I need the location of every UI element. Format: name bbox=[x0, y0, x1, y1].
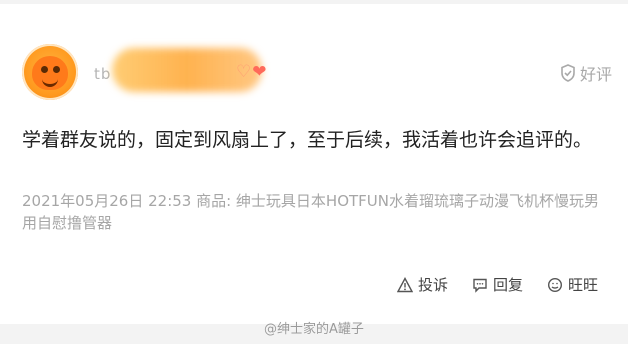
report-label: 投诉 bbox=[417, 276, 448, 294]
avatar-eye-right bbox=[53, 66, 60, 73]
wangwang-label: 旺旺 bbox=[567, 276, 598, 294]
review-header: tb ♡❤ 好评 bbox=[22, 44, 612, 104]
shield-icon bbox=[560, 64, 576, 82]
avatar-eye-left bbox=[41, 66, 48, 73]
review-meta: 2021年05月26日 22:53 商品: 绅士玩具日本HOTFUN水着瑠琉璃子… bbox=[22, 192, 600, 232]
reply-label: 回复 bbox=[492, 276, 523, 294]
good-review-text: 好评 bbox=[579, 65, 612, 84]
review-content: 学着群友说的，固定到风扇上了，至于后续，我活着也许会追评的。 bbox=[22, 129, 593, 151]
heart-badge-icon: ♡ bbox=[236, 62, 253, 82]
user-badges: ♡❤ bbox=[236, 62, 268, 82]
review-actions: 投诉 回复 旺旺 bbox=[396, 274, 598, 295]
username: tb bbox=[94, 65, 112, 83]
heart-badge-icon: ❤ bbox=[252, 62, 268, 82]
reply-button[interactable]: 回复 bbox=[472, 274, 523, 295]
chat-icon bbox=[547, 277, 563, 293]
good-review-label: 好评 bbox=[560, 61, 612, 85]
warning-icon bbox=[396, 276, 414, 293]
comment-icon bbox=[472, 277, 488, 293]
avatar[interactable] bbox=[22, 44, 78, 100]
review-card: tb ♡❤ 好评 学着群友说的，固定到风扇上了，至于后续，我活着也许会追评的。 … bbox=[0, 4, 628, 324]
wangwang-button[interactable]: 旺旺 bbox=[547, 274, 598, 295]
report-button[interactable]: 投诉 bbox=[396, 274, 448, 295]
watermark: @绅士家的A罐子 bbox=[264, 322, 364, 337]
